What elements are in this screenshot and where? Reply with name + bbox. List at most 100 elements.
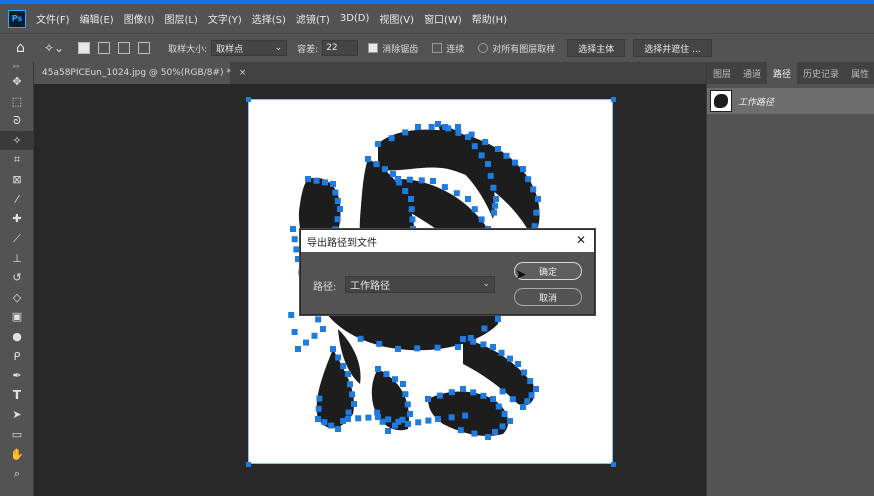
path-anchor bbox=[521, 369, 528, 376]
marquee-icon[interactable]: ⬚ bbox=[0, 92, 34, 112]
menu-help[interactable]: 帮助(H) bbox=[472, 11, 507, 26]
path-anchor bbox=[498, 349, 505, 356]
tool-options-bar: ⌂ ✧⌄ 取样大小: 取样点 ⌄ 容差: 22 消除锯齿 连续 对所有图层取样 选… bbox=[0, 33, 874, 62]
antialias-label: 消除锯齿 bbox=[382, 44, 419, 55]
menu-select[interactable]: 选择(S) bbox=[252, 11, 286, 26]
select-subject-button[interactable]: 选择主体 bbox=[567, 39, 626, 57]
path-anchor bbox=[455, 124, 461, 130]
tab-layers[interactable]: 图层 bbox=[707, 62, 737, 84]
gradient-icon[interactable]: ▣ bbox=[0, 307, 34, 327]
tab-history[interactable]: 历史记录 bbox=[797, 62, 845, 84]
path-anchor bbox=[481, 325, 488, 332]
panel-tab-bar: 图层 通道 路径 历史记录 属性 bbox=[707, 62, 874, 84]
path-anchor bbox=[395, 418, 402, 425]
tab-properties[interactable]: 属性 bbox=[845, 62, 874, 84]
tab-paths[interactable]: 路径 bbox=[767, 62, 798, 84]
dodge-icon[interactable]: ᑭ bbox=[0, 346, 34, 366]
close-icon[interactable]: ✕ bbox=[576, 233, 586, 247]
new-selection-mode-button[interactable] bbox=[78, 42, 91, 54]
eyedropper-icon[interactable]: ⁄ bbox=[0, 190, 34, 210]
healing-icon[interactable]: ✚ bbox=[0, 209, 34, 229]
rectangle-icon[interactable]: ▭ bbox=[0, 425, 34, 445]
menu-layer[interactable]: 图层(L) bbox=[164, 11, 197, 26]
canvas-corner-handle[interactable] bbox=[246, 462, 251, 467]
eraser-icon[interactable]: ◇ bbox=[0, 288, 34, 308]
add-selection-mode-button[interactable] bbox=[98, 42, 111, 54]
antialias-checkbox[interactable] bbox=[368, 43, 379, 53]
work-path-item[interactable]: 工作路径 bbox=[707, 88, 874, 114]
path-anchor bbox=[322, 179, 328, 186]
contiguous-checkbox[interactable] bbox=[432, 43, 443, 53]
menu-file[interactable]: 文件(F) bbox=[36, 11, 70, 26]
hand-icon[interactable]: ✋ bbox=[0, 444, 34, 464]
close-tab-icon[interactable]: × bbox=[239, 68, 247, 78]
path-anchor bbox=[495, 146, 501, 152]
blur-icon[interactable]: ● bbox=[0, 327, 34, 347]
sample-size-label: 取样大小: bbox=[168, 44, 208, 55]
menu-image[interactable]: 图像(I) bbox=[124, 11, 155, 26]
type-icon[interactable]: T bbox=[0, 386, 34, 406]
cancel-button[interactable]: 取消 bbox=[514, 288, 582, 306]
path-anchor bbox=[321, 419, 328, 426]
sample-all-layers-label: 对所有图层取样 bbox=[492, 44, 556, 55]
contiguous-label: 连续 bbox=[446, 44, 465, 55]
brush-icon[interactable]: ⟋ bbox=[0, 229, 34, 249]
menu-view[interactable]: 视图(V) bbox=[379, 11, 414, 26]
path-anchor bbox=[533, 209, 540, 216]
sample-size-select[interactable]: 取样点 ⌄ bbox=[211, 40, 288, 56]
path-anchor bbox=[392, 376, 398, 383]
menu-window[interactable]: 窗口(W) bbox=[424, 11, 462, 26]
path-anchor bbox=[480, 341, 487, 348]
canvas-corner-handle[interactable] bbox=[611, 462, 616, 467]
path-select-icon[interactable]: ➤ bbox=[0, 405, 34, 425]
path-anchor bbox=[345, 371, 351, 377]
path-anchor bbox=[395, 346, 401, 352]
lasso-icon[interactable]: ᘐ bbox=[0, 111, 34, 131]
stamp-icon[interactable]: ⊥ bbox=[0, 248, 34, 268]
sample-all-layers-checkbox[interactable] bbox=[478, 43, 489, 53]
frame-icon[interactable]: ⊠ bbox=[0, 170, 34, 190]
history-brush-icon[interactable]: ↺ bbox=[0, 268, 34, 288]
magic-wand-preset-icon[interactable]: ✧⌄ bbox=[44, 41, 64, 55]
magic-wand-icon[interactable]: ✧ bbox=[0, 130, 34, 151]
toolbar-grip-icon[interactable]: ▸▸ bbox=[0, 62, 33, 72]
path-anchor bbox=[334, 216, 341, 223]
path-anchor bbox=[315, 405, 322, 412]
path-anchor bbox=[455, 129, 462, 136]
path-anchor bbox=[441, 184, 448, 191]
path-anchor bbox=[365, 414, 372, 421]
path-anchor bbox=[347, 381, 353, 388]
canvas-corner-handle[interactable] bbox=[611, 97, 616, 102]
path-anchor bbox=[291, 329, 298, 335]
path-anchor bbox=[425, 396, 431, 402]
menu-3d[interactable]: 3D(D) bbox=[340, 13, 370, 24]
path-item-label: 工作路径 bbox=[738, 97, 775, 108]
zoom-icon[interactable]: ⌕ bbox=[0, 464, 34, 484]
select-and-mask-button[interactable]: 选择并遮住 ... bbox=[633, 39, 712, 57]
intersect-selection-mode-button[interactable] bbox=[138, 42, 151, 54]
path-anchor bbox=[448, 414, 455, 421]
menu-filter[interactable]: 滤镜(T) bbox=[296, 11, 330, 26]
menu-type[interactable]: 文字(Y) bbox=[208, 11, 242, 26]
path-anchor bbox=[402, 391, 409, 398]
path-anchor bbox=[335, 426, 341, 432]
path-anchor bbox=[471, 143, 478, 150]
canvas-corner-handle[interactable] bbox=[246, 97, 251, 102]
pen-icon[interactable]: ✒ bbox=[0, 366, 34, 386]
path-anchor bbox=[485, 434, 491, 440]
path-anchor bbox=[465, 134, 471, 140]
subtract-selection-mode-button[interactable] bbox=[118, 42, 131, 54]
home-icon[interactable]: ⌂ bbox=[16, 41, 30, 55]
path-anchor bbox=[357, 335, 364, 342]
path-anchor bbox=[435, 121, 441, 127]
document-tab[interactable]: 45a58PICEun_1024.jpg @ 50%(RGB/8#) * × bbox=[34, 62, 246, 84]
path-anchor bbox=[404, 401, 411, 408]
path-thumbnail bbox=[710, 90, 732, 112]
path-anchor bbox=[415, 124, 421, 130]
menu-edit[interactable]: 编辑(E) bbox=[80, 11, 114, 26]
move-icon[interactable]: ✥ bbox=[0, 72, 34, 92]
tab-channels[interactable]: 通道 bbox=[737, 62, 767, 84]
tolerance-input[interactable]: 22 bbox=[322, 40, 359, 56]
path-select[interactable]: 工作路径 ⌄ bbox=[345, 276, 495, 293]
crop-icon[interactable]: ⌗ bbox=[0, 150, 34, 170]
